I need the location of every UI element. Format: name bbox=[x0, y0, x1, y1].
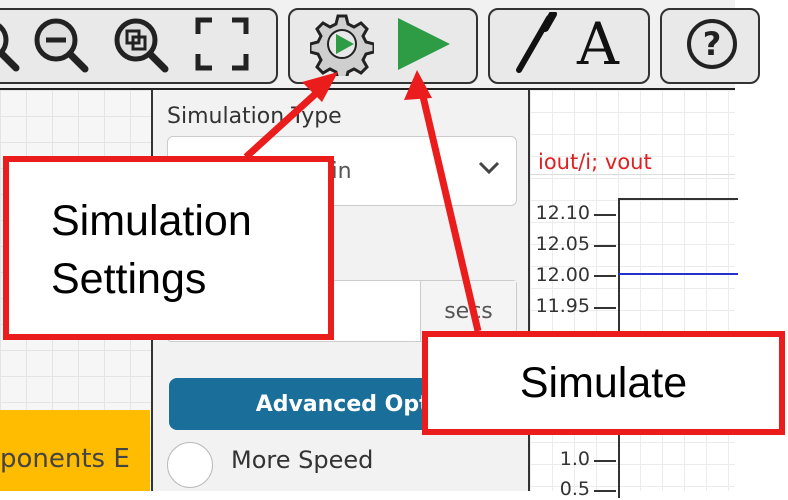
plot-title-divider bbox=[530, 174, 735, 175]
y-tick-label: 12.00 bbox=[535, 264, 590, 286]
simulate-callout: Simulate bbox=[422, 331, 785, 435]
zoom-in-button[interactable] bbox=[0, 12, 24, 76]
more-speed-label: More Speed bbox=[231, 446, 374, 474]
simulation-settings-button[interactable] bbox=[310, 12, 374, 76]
toolbar: A ? bbox=[0, 0, 760, 90]
y-tick-mark bbox=[594, 275, 616, 277]
zoom-out-button[interactable] bbox=[28, 12, 92, 76]
simulation-settings-callout: Simulation Settings bbox=[3, 156, 334, 340]
text-tool-button[interactable]: A bbox=[566, 10, 630, 78]
plot-frame bbox=[618, 198, 738, 200]
play-icon bbox=[398, 18, 450, 70]
y-tick-mark bbox=[594, 307, 616, 309]
gear-play-icon bbox=[310, 14, 374, 76]
components-label: ponents E bbox=[0, 444, 130, 474]
zoom-fit-button[interactable] bbox=[108, 12, 172, 76]
callout-line: Settings bbox=[51, 255, 207, 303]
y-tick-mark bbox=[594, 214, 616, 216]
zoom-out-icon bbox=[34, 18, 89, 73]
y-tick-mark bbox=[594, 490, 616, 492]
text-icon: A bbox=[577, 10, 619, 78]
y-tick-label: 12.05 bbox=[535, 233, 590, 255]
y-tick-label: 1.0 bbox=[559, 448, 590, 470]
y-tick-mark bbox=[594, 460, 616, 462]
y-tick-label: 11.95 bbox=[535, 295, 590, 317]
y-tick-label: 0.5 bbox=[559, 478, 590, 500]
more-speed-radio[interactable] bbox=[167, 442, 213, 488]
help-button[interactable]: ? bbox=[680, 12, 744, 76]
simulation-type-label: Simulation Type bbox=[167, 104, 342, 129]
help-glyph: ? bbox=[702, 25, 722, 63]
fullscreen-button[interactable] bbox=[190, 12, 254, 76]
simulate-button[interactable] bbox=[390, 12, 454, 76]
y-tick-mark bbox=[594, 245, 616, 247]
wire-tool-button[interactable] bbox=[502, 12, 566, 76]
fullscreen-icon bbox=[195, 17, 249, 71]
y-tick-label: 12.10 bbox=[535, 202, 590, 224]
plot-trace bbox=[618, 273, 738, 275]
callout-line: Simulation bbox=[51, 197, 252, 245]
chevron-down-icon bbox=[478, 161, 500, 175]
zoom-in-icon bbox=[0, 23, 20, 72]
zoom-fit-icon bbox=[114, 18, 169, 73]
pen-icon bbox=[516, 12, 557, 73]
help-icon: ? bbox=[687, 19, 737, 69]
plot-title: iout/i; vout bbox=[538, 150, 652, 174]
